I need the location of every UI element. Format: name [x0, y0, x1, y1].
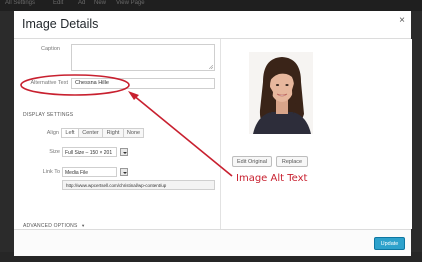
top-bar-item[interactable]: Edit — [53, 0, 63, 6]
caption-textarea[interactable] — [71, 44, 215, 71]
link-url-value: http://www.wpcertsell.com/christinal/wp-… — [66, 182, 167, 188]
dropdown-arrow-icon[interactable] — [120, 168, 128, 176]
link-to-label: Link To — [42, 169, 60, 175]
align-left-button[interactable]: Left — [61, 128, 79, 138]
size-select-value: Full Size – 150 × 201 — [65, 149, 113, 156]
update-button[interactable]: Update — [374, 237, 405, 250]
link-url-field[interactable]: http://www.wpcertsell.com/christinal/wp-… — [62, 180, 215, 190]
alt-text-label: Alternative Text — [30, 80, 68, 86]
resize-handle-icon[interactable] — [209, 65, 213, 69]
align-none-button[interactable]: None — [123, 128, 144, 138]
link-to-select[interactable]: Media File — [62, 167, 117, 177]
align-button-group: Left Center Right None — [61, 128, 144, 138]
top-bar-item[interactable]: View Page — [116, 0, 145, 6]
replace-button[interactable]: Replace — [276, 156, 308, 167]
link-to-select-value: Media File — [65, 169, 89, 176]
edit-original-button[interactable]: Edit Original — [232, 156, 272, 167]
align-label: Align — [46, 130, 59, 136]
modal-header: Image Details × — [14, 11, 411, 39]
admin-top-bar: All Settings Edit Ad New View Page — [0, 0, 422, 11]
image-details-modal: Image Details × Caption Alternative Text… — [14, 11, 412, 256]
settings-panel: Caption Alternative Text Chessna Hille D… — [14, 39, 220, 229]
top-bar-item[interactable]: All Settings — [5, 0, 35, 6]
alt-text-input[interactable]: Chessna Hille — [71, 78, 215, 89]
alt-text-value: Chessna Hille — [75, 80, 109, 86]
top-bar-item[interactable]: Ad — [78, 0, 85, 6]
top-bar-item[interactable]: New — [94, 0, 106, 6]
image-thumbnail — [249, 52, 313, 134]
display-settings-heading: DISPLAY SETTINGS — [23, 112, 74, 118]
dropdown-arrow-icon[interactable] — [120, 148, 128, 156]
caption-label: Caption — [41, 46, 60, 52]
size-select[interactable]: Full Size – 150 × 201 — [62, 147, 117, 157]
close-icon[interactable]: × — [399, 16, 405, 26]
align-center-button[interactable]: Center — [78, 128, 103, 138]
expand-arrow-icon: ▼ — [81, 223, 86, 228]
image-preview-panel: Edit Original Replace — [220, 39, 412, 229]
align-right-button[interactable]: Right — [102, 128, 124, 138]
modal-title: Image Details — [22, 17, 99, 31]
modal-footer: Update — [14, 229, 411, 256]
size-label: Size — [49, 149, 60, 155]
annotation-label: Image Alt Text — [236, 173, 308, 184]
